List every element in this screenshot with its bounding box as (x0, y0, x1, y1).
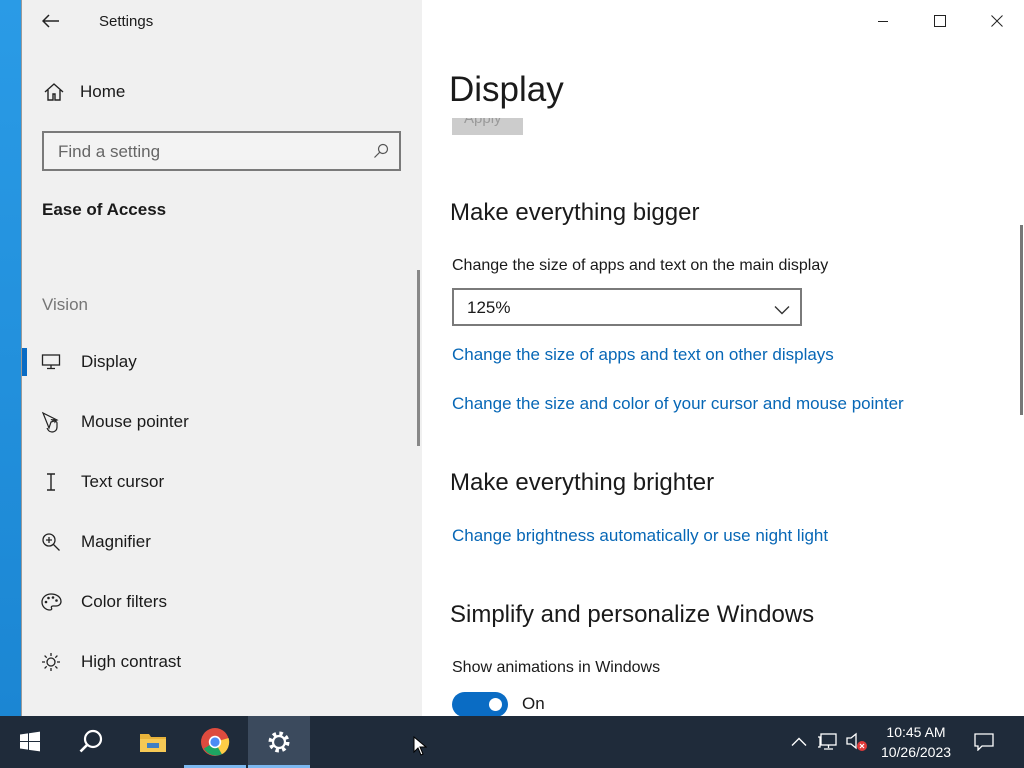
mouse-cursor (413, 735, 428, 761)
sidebar-item-text-cursor[interactable]: Text cursor (22, 460, 422, 504)
magnifier-icon (40, 531, 62, 553)
action-center-button[interactable] (966, 716, 1002, 768)
sidebar-item-partial[interactable] (22, 700, 422, 716)
clock-date: 10/26/2023 (880, 744, 952, 760)
sidebar-item-label: Color filters (81, 592, 167, 611)
search-input[interactable]: Find a setting (42, 131, 401, 171)
system-clock[interactable]: 10:45 AM 10/26/2023 (870, 722, 962, 762)
sidebar-item-color-filters[interactable]: Color filters (22, 580, 422, 624)
sidebar-scrollbar[interactable] (417, 270, 420, 446)
back-button[interactable] (36, 8, 66, 34)
sidebar-item-high-contrast[interactable]: High contrast (22, 640, 422, 684)
sidebar-item-label: Display (81, 352, 137, 371)
maximize-icon (933, 15, 946, 27)
file-explorer-button[interactable] (122, 716, 184, 768)
sidebar-item-display[interactable]: Display (22, 340, 422, 384)
content-scrollbar[interactable] (1020, 225, 1023, 415)
chrome-icon (201, 728, 230, 756)
scale-dropdown-value: 125% (467, 298, 511, 317)
sidebar-item-label: High contrast (81, 652, 182, 671)
page-title: Display (449, 70, 564, 109)
window-controls (854, 0, 1024, 42)
scale-description: Change the size of apps and text on the … (452, 257, 829, 274)
settings-window: Settings Home Find a setting Ease of Acc… (21, 0, 1024, 717)
sidebar-item-label: Magnifier (81, 532, 151, 551)
section-heading-bigger: Make everything bigger (450, 199, 700, 226)
section-heading-simplify: Simplify and personalize Windows (450, 601, 815, 628)
search-button[interactable] (60, 716, 122, 768)
toggle-knob (489, 698, 502, 711)
link-other-displays[interactable]: Change the size of apps and text on othe… (452, 345, 834, 365)
section-label-vision: Vision (42, 295, 88, 314)
link-brightness-night-light[interactable]: Change brightness automatically or use n… (452, 526, 828, 546)
chevron-down-icon (774, 302, 790, 320)
close-icon (990, 15, 1003, 27)
search-placeholder: Find a setting (58, 142, 161, 161)
sidebar-item-mouse-pointer[interactable]: Mouse pointer (22, 400, 422, 444)
chrome-button[interactable] (184, 716, 246, 768)
network-icon (818, 733, 837, 750)
text-cursor-icon (40, 471, 62, 493)
link-cursor-pointer[interactable]: Change the size and color of your cursor… (452, 394, 904, 414)
main-content: Display Apply Make everything bigger Cha… (422, 0, 1024, 717)
sidebar-item-label: Text cursor (81, 472, 165, 491)
show-hidden-icons-button[interactable] (786, 716, 812, 768)
taskbar: 10:45 AM 10/26/2023 (0, 716, 1024, 768)
mouse-pointer-icon (40, 411, 62, 433)
home-icon (22, 82, 86, 102)
animations-label: Show animations in Windows (452, 659, 661, 676)
folder-icon (140, 734, 166, 752)
sidebar: Settings Home Find a setting Ease of Acc… (22, 0, 422, 716)
title-bar: Settings (22, 0, 422, 42)
search-icon (373, 143, 389, 164)
section-heading-brighter: Make everything brighter (450, 469, 715, 496)
search-icon (79, 729, 103, 753)
volume-button[interactable] (844, 716, 870, 768)
start-button[interactable] (0, 716, 60, 768)
back-arrow-icon (42, 14, 59, 28)
apply-button[interactable]: Apply (452, 118, 523, 135)
windows-logo-icon (20, 731, 40, 752)
app-title: Settings (99, 13, 154, 30)
network-button[interactable] (814, 716, 842, 768)
animations-toggle-state: On (522, 694, 545, 713)
gear-icon (268, 731, 290, 753)
notification-icon (974, 733, 994, 751)
desktop-background (0, 0, 22, 716)
maximize-button[interactable] (911, 0, 968, 42)
minimize-icon (877, 21, 888, 22)
home-label: Home (80, 82, 126, 101)
animations-toggle[interactable] (452, 692, 508, 717)
scale-dropdown[interactable]: 125% (452, 288, 802, 326)
home-nav-item[interactable]: Home (22, 72, 422, 112)
volume-muted-icon (846, 732, 867, 751)
monitor-icon (40, 351, 62, 373)
sidebar-item-label: Mouse pointer (81, 412, 189, 431)
settings-taskbar-button[interactable] (248, 716, 310, 768)
chevron-up-icon (791, 737, 807, 746)
apply-label: Apply (464, 118, 502, 127)
close-button[interactable] (968, 0, 1024, 42)
high-contrast-icon (40, 651, 62, 673)
sidebar-item-magnifier[interactable]: Magnifier (22, 520, 422, 564)
minimize-button[interactable] (854, 0, 911, 42)
color-filters-icon (40, 591, 62, 613)
category-heading: Ease of Access (42, 200, 167, 219)
clock-time: 10:45 AM (886, 724, 946, 740)
